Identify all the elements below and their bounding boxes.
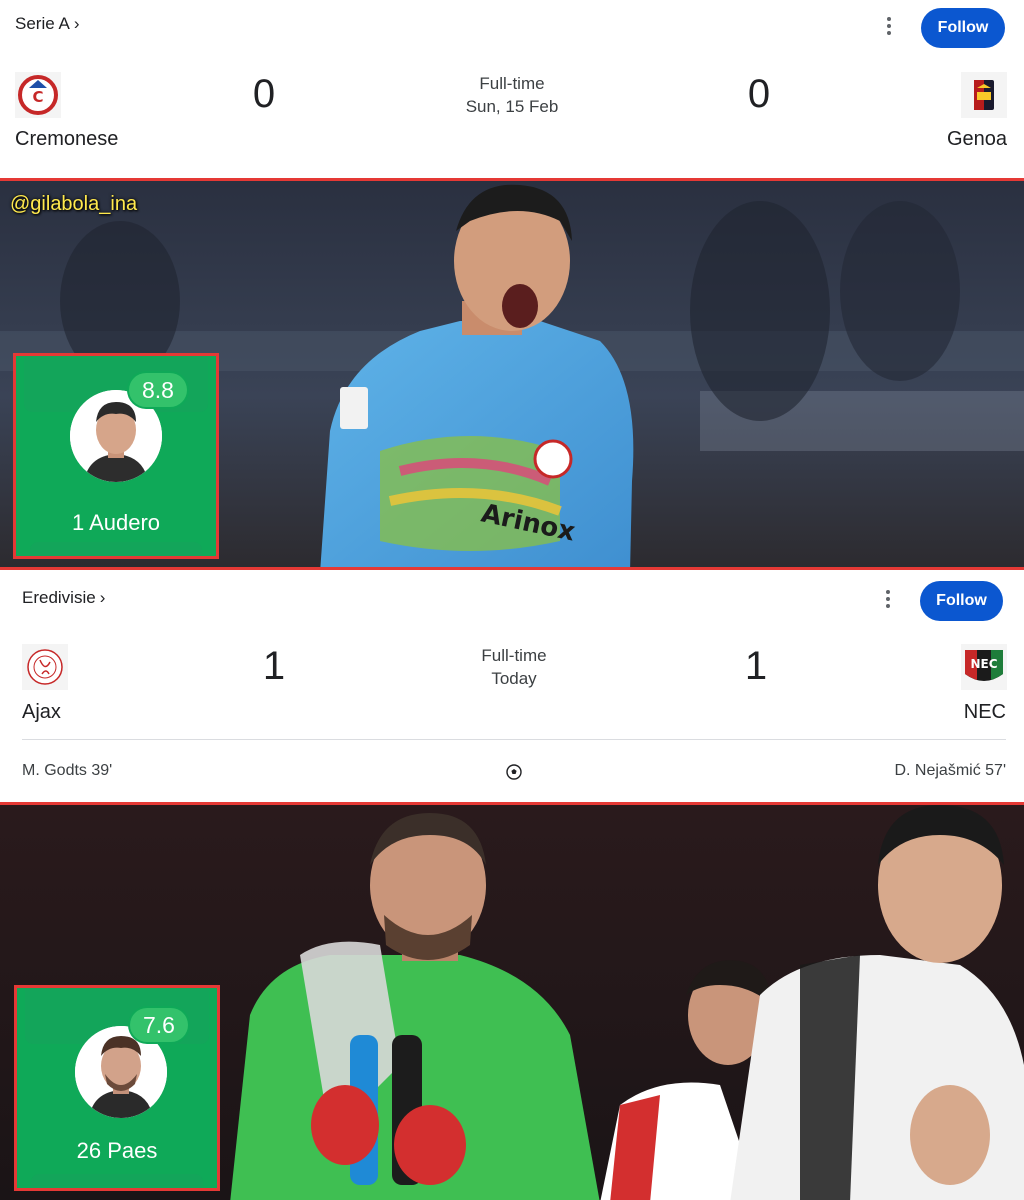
league-name: Serie A bbox=[15, 14, 70, 33]
player-photo-paes: 7.6 26 Paes bbox=[0, 802, 1024, 1200]
league-link-serie-a[interactable]: Serie A › bbox=[15, 14, 79, 34]
match-card-cremonese-genoa[interactable]: Serie A › Follow C Cremonese 0 Full-time … bbox=[0, 0, 1024, 178]
svg-text:NEC: NEC bbox=[970, 657, 997, 671]
card-bottom-panel bbox=[30, 542, 202, 556]
chevron-right-icon: › bbox=[99, 588, 106, 607]
player-rating-card[interactable]: 8.8 1 Audero bbox=[13, 353, 219, 559]
home-score: 1 bbox=[262, 644, 286, 688]
away-team-name[interactable]: NEC bbox=[964, 701, 1006, 724]
home-score: 0 bbox=[252, 72, 276, 116]
cremonese-crest-icon[interactable]: C bbox=[15, 72, 61, 118]
nec-crest-icon[interactable]: NEC bbox=[961, 644, 1007, 690]
away-score: 0 bbox=[747, 72, 771, 116]
rating-badge: 8.8 bbox=[129, 373, 187, 407]
card-bottom-panel bbox=[31, 1174, 203, 1188]
home-goal-scorer: M. Godts 39' bbox=[22, 762, 113, 779]
ajax-crest-icon[interactable] bbox=[22, 644, 68, 690]
rating-badge: 7.6 bbox=[130, 1008, 188, 1042]
home-team-name[interactable]: Cremonese bbox=[15, 128, 118, 151]
match-status: Full-time Today bbox=[414, 644, 614, 690]
player-rating-card[interactable]: 7.6 26 Paes bbox=[14, 985, 220, 1191]
match-card-ajax-nec[interactable]: Eredivisie › Follow Ajax 1 Full-time Toda… bbox=[0, 570, 1024, 802]
player-name: 26 Paes bbox=[76, 1138, 158, 1163]
league-name: Eredivisie bbox=[22, 588, 96, 607]
follow-button[interactable]: Follow bbox=[921, 8, 1005, 48]
genoa-crest-icon[interactable] bbox=[961, 72, 1007, 118]
away-goal-scorer: D. Nejašmić 57' bbox=[894, 762, 1006, 779]
player-photo-audero: Arinox @gilabola_ina 8.8 1 Audero bbox=[0, 178, 1024, 570]
match-status: Full-time Sun, 15 Feb bbox=[412, 72, 612, 118]
status-label: Full-time bbox=[479, 74, 545, 93]
status-label: Full-time bbox=[481, 646, 547, 665]
watermark-handle: @gilabola_ina bbox=[10, 193, 138, 215]
follow-button[interactable]: Follow bbox=[920, 581, 1003, 621]
home-team-name[interactable]: Ajax bbox=[22, 701, 61, 724]
more-vert-icon[interactable] bbox=[879, 14, 899, 38]
match-date: Today bbox=[491, 669, 537, 688]
divider bbox=[22, 739, 1006, 740]
league-link-eredivisie[interactable]: Eredivisie › bbox=[22, 588, 105, 608]
more-vert-icon[interactable] bbox=[878, 587, 898, 611]
chevron-right-icon: › bbox=[73, 14, 80, 33]
soccer-ball-icon bbox=[506, 764, 522, 785]
match-date: Sun, 15 Feb bbox=[465, 97, 559, 116]
svg-text:C: C bbox=[32, 88, 43, 106]
player-name: 1 Audero bbox=[71, 510, 161, 535]
away-score: 1 bbox=[744, 644, 768, 688]
away-team-name[interactable]: Genoa bbox=[947, 128, 1007, 151]
